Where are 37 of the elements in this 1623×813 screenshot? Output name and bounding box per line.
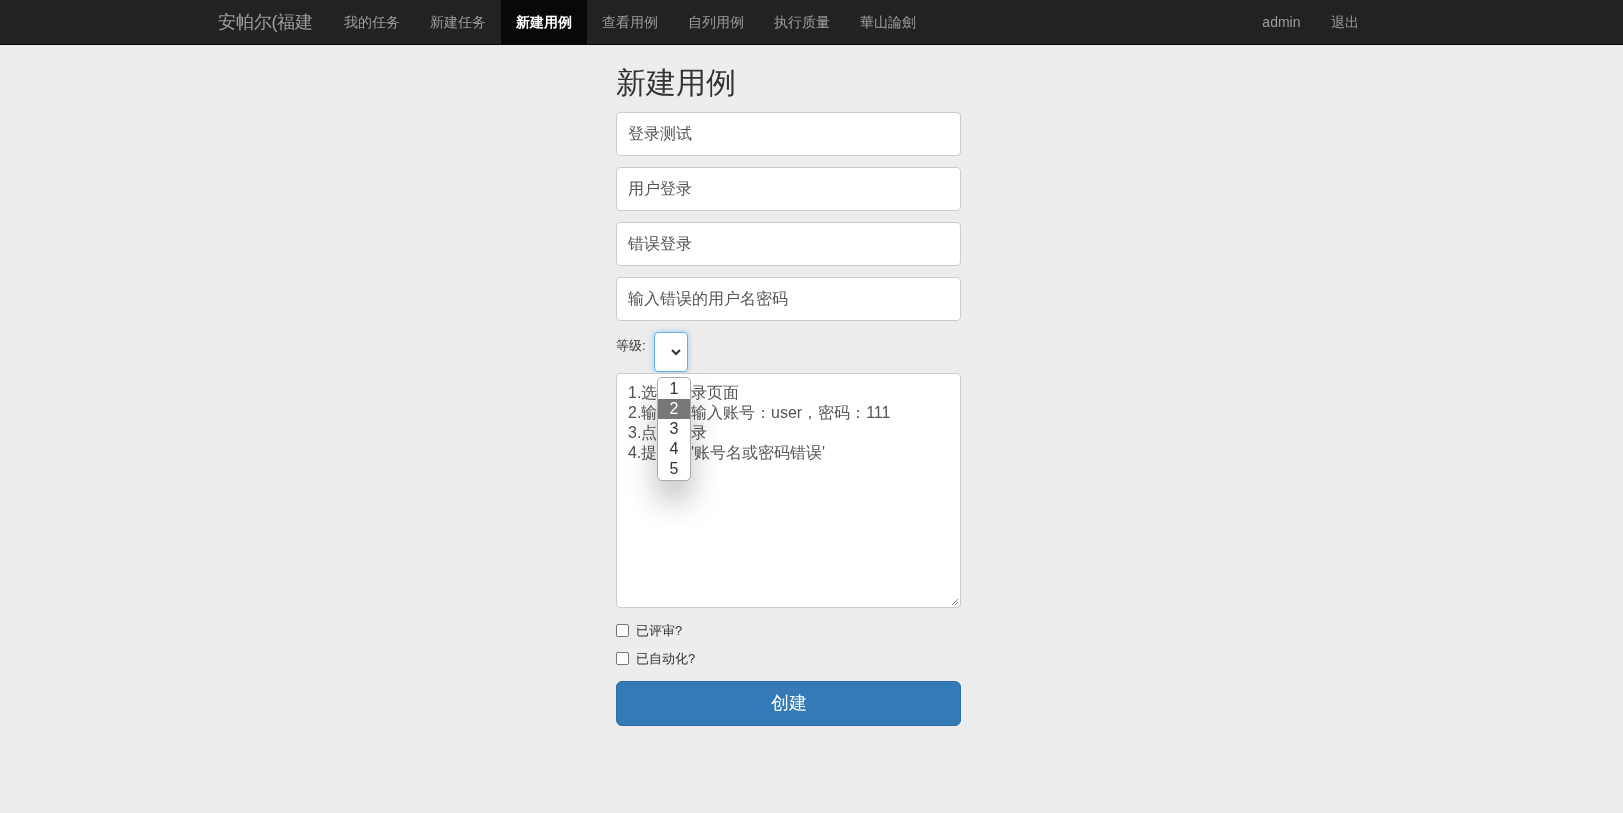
step-text: '账号名或密码错误' <box>691 443 826 463</box>
nav-tab[interactable]: 新建用例 <box>500 0 587 44</box>
nav-tab[interactable]: 执行质量 <box>758 0 845 44</box>
checkbox-label: 已自动化? <box>636 649 696 668</box>
dropdown-option[interactable]: 1 <box>658 379 690 399</box>
create-button[interactable]: 创建 <box>616 681 961 726</box>
input-field[interactable]: 用户登录 <box>616 167 961 211</box>
step-text: 3.点 <box>628 423 659 443</box>
step-text: 录页面 <box>691 383 739 403</box>
step-text: 4.提 <box>628 443 659 463</box>
checkbox-label: 已评审? <box>636 622 683 640</box>
checkbox[interactable] <box>616 624 629 638</box>
step-text: 2.输 <box>628 403 659 423</box>
page-title: 新建用例 <box>616 65 737 101</box>
dropdown-option[interactable]: 5 <box>658 459 690 479</box>
input-field[interactable]: 登录测试 <box>616 112 961 156</box>
dropdown-option[interactable]: 2 <box>658 399 690 419</box>
nav-tab[interactable]: 華山論劍 <box>844 0 931 44</box>
dropdown-option[interactable]: 3 <box>658 419 690 439</box>
nav-tab[interactable]: 我的任务 <box>328 0 415 44</box>
level-label: 等级: <box>616 337 646 355</box>
logout-link[interactable]: 退出 <box>1315 0 1374 44</box>
step-text: 录 <box>691 423 707 443</box>
nav-tab[interactable]: 自列用例 <box>672 0 759 44</box>
nav-tab[interactable]: 查看用例 <box>586 0 673 44</box>
dropdown-option[interactable]: 4 <box>658 439 690 459</box>
chevron-down-icon <box>670 348 681 356</box>
nav-tab[interactable]: 新建任务 <box>414 0 501 44</box>
input-field[interactable]: 错误登录 <box>616 222 961 266</box>
step-text: 输入账号：user，密码：111 <box>691 403 891 423</box>
step-text: 1.选 <box>628 383 659 403</box>
level-select[interactable] <box>653 332 688 372</box>
input-field[interactable]: 输入错误的用户名密码 <box>616 277 961 321</box>
resize-handle-icon <box>951 598 959 606</box>
checkbox[interactable] <box>616 651 629 665</box>
user-link[interactable]: admin <box>1247 0 1316 44</box>
brand-link[interactable]: 安帕尔(福建 <box>214 0 329 44</box>
